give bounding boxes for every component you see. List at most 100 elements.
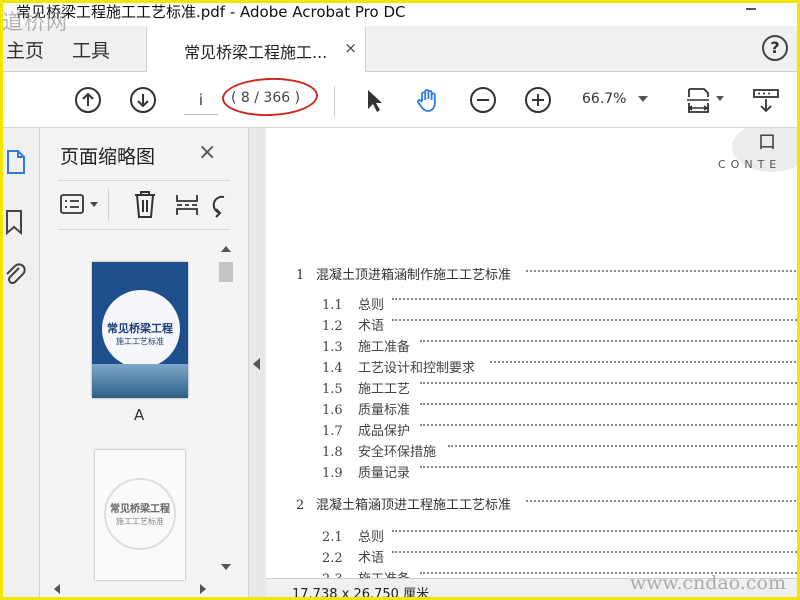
trash-icon[interactable] (132, 189, 158, 219)
watermark-logo: 道桥网 (2, 10, 68, 34)
toc-item-number: 1.8 (322, 445, 343, 460)
toc-leader-dots (420, 382, 800, 384)
toc-section-number: 2 (296, 498, 305, 513)
arrow-up-icon[interactable] (74, 86, 102, 114)
watermark-url: www.cndao.com (629, 572, 786, 594)
minimize-icon[interactable] (746, 8, 756, 10)
tab-tools[interactable]: 工具 (72, 36, 110, 63)
tab-bar: 主页 工具 常见桥梁工程施工... × ? (0, 26, 800, 72)
toc-item[interactable]: 1.3 施工准备 (322, 336, 410, 355)
toc-section[interactable]: 2 混凝土箱涵顶进工程施工工艺标准 (296, 494, 511, 513)
panel-title: 页面缩略图 (60, 146, 156, 168)
toc-item[interactable]: 1.8 安全环保措施 (322, 441, 436, 460)
chevron-down-icon[interactable] (638, 96, 648, 102)
chevron-down-icon[interactable] (90, 202, 98, 207)
panel-divider[interactable] (248, 128, 266, 600)
toc-item[interactable]: 1.4 工艺设计和控制要求 (322, 357, 475, 376)
toc-item[interactable]: 2.2 术语 (322, 547, 384, 566)
toc-item[interactable]: 1.7 成品保护 (322, 420, 410, 439)
zoom-out-icon[interactable] (469, 86, 497, 114)
toc-item[interactable]: 2.1 总则 (322, 526, 384, 545)
page-number-input[interactable]: i (184, 87, 218, 115)
thumbnail-scrollbar[interactable] (216, 240, 236, 578)
page-thumbnails-icon[interactable] (3, 148, 29, 176)
toc-leader-dots (448, 445, 800, 447)
tab-home[interactable]: 主页 (6, 36, 44, 63)
help-icon[interactable]: ? (762, 35, 788, 61)
insert-page-icon[interactable] (174, 191, 200, 219)
zoom-level[interactable]: 66.7% (582, 91, 626, 107)
tab-document[interactable]: 常见桥梁工程施工... × (146, 26, 366, 72)
cover-subtitle: 施工工艺标准 (116, 337, 164, 346)
rotate-icon[interactable] (210, 191, 230, 219)
toc-item[interactable]: 1.6 质量标准 (322, 399, 410, 418)
panel-toolbar (58, 180, 230, 230)
toolbar-separator (334, 86, 335, 116)
toc-section-title: 混凝土箱涵顶进工程施工工艺标准 (316, 498, 512, 513)
toc-leader-dots (392, 298, 800, 300)
cover-title: 常见桥梁工程 (110, 504, 170, 515)
toc-item-title: 工艺设计和控制要求 (358, 361, 476, 376)
toc-item[interactable]: 1.5 施工工艺 (322, 378, 410, 397)
left-rail (0, 128, 40, 600)
toc-item-title: 总则 (358, 298, 385, 313)
chevron-down-icon[interactable] (716, 96, 724, 101)
toc-item-title: 施工准备 (358, 340, 411, 355)
page-thumbnail-1[interactable]: 常见桥梁工程 施工工艺标准 (92, 262, 188, 398)
toc-item-number: 1.5 (322, 382, 343, 397)
document-view[interactable]: 口 CONTE 1 混凝土顶进箱涵制作施工工艺标准 1.1 总则 1.2 术语 1.3 施工准… (266, 128, 800, 600)
toc-item-title: 质量标准 (358, 403, 411, 418)
zoom-in-icon[interactable] (524, 86, 552, 114)
attachment-icon[interactable] (3, 262, 29, 290)
cover-subtitle: 施工工艺标准 (116, 517, 164, 526)
toc-leader-dots (420, 340, 800, 342)
page-thumbnail-2[interactable]: 常见桥梁工程 施工工艺标准 (95, 450, 185, 580)
collapse-panel-icon[interactable] (253, 358, 260, 370)
title-bar: 常见桥梁工程施工工艺标准.pdf - Adobe Acrobat Pro DC (0, 0, 800, 26)
toc-item-number: 1.2 (322, 319, 343, 334)
red-annotation-ellipse (221, 76, 319, 118)
close-panel-icon[interactable]: × (198, 140, 216, 165)
toc-leader-dots (392, 530, 800, 532)
panel-separator (108, 189, 109, 221)
scroll-up-icon[interactable] (221, 246, 231, 252)
bookmark-icon[interactable] (3, 208, 29, 236)
scroll-down-icon[interactable] (221, 564, 231, 570)
scroll-mode-icon[interactable] (752, 86, 780, 114)
toolbar: i ( 8 / 366 ) 66.7% (0, 72, 800, 128)
toc-leader-dots (420, 466, 800, 468)
scrollbar-thumb[interactable] (219, 262, 233, 282)
toc-item-title: 质量记录 (358, 466, 411, 481)
page-fit-icon[interactable] (684, 86, 712, 114)
toc-item-number: 2.2 (322, 551, 343, 566)
toc-item-title: 术语 (358, 319, 385, 334)
thumbnail-h-scrollbar[interactable] (40, 578, 216, 600)
toc-item[interactable]: 1.9 质量记录 (322, 462, 410, 481)
toc-leader-dots (420, 424, 800, 426)
close-tab-icon[interactable]: × (344, 39, 357, 57)
page-decoration-glyph: 口 (758, 132, 776, 153)
toc-item-number: 1.6 (322, 403, 343, 418)
thumbnail-label: A (134, 406, 145, 424)
select-arrow-icon[interactable] (360, 86, 388, 114)
toc-leader-dots (392, 551, 800, 553)
arrow-down-icon[interactable] (129, 86, 157, 114)
scroll-left-icon[interactable] (54, 584, 60, 594)
toc-section[interactable]: 1 混凝土顶进箱涵制作施工工艺标准 (296, 264, 511, 283)
hand-icon[interactable] (414, 86, 442, 114)
toc-item-title: 术语 (358, 551, 385, 566)
toc-item-title: 成品保护 (358, 424, 411, 439)
toc-item[interactable]: 1.2 术语 (322, 315, 384, 334)
thumbnails-panel: 页面缩略图 × 常见桥梁工程 施工工艺标准 A 常见桥梁工程 施工工艺标准 (40, 128, 248, 600)
toc-leader-dots (420, 403, 800, 405)
scroll-right-icon[interactable] (200, 584, 206, 594)
toc-item-number: 1.7 (322, 424, 343, 439)
toc-item-title: 安全环保措施 (358, 445, 437, 460)
toc-leader-dots (392, 319, 800, 321)
contents-heading: CONTE (718, 158, 782, 171)
options-list-icon[interactable] (60, 193, 86, 215)
toc-item[interactable]: 1.1 总则 (322, 294, 384, 313)
tab-document-label: 常见桥梁工程施工... (184, 43, 328, 62)
toc-leader-dots (526, 500, 800, 502)
cover-title: 常见桥梁工程 (107, 322, 173, 335)
